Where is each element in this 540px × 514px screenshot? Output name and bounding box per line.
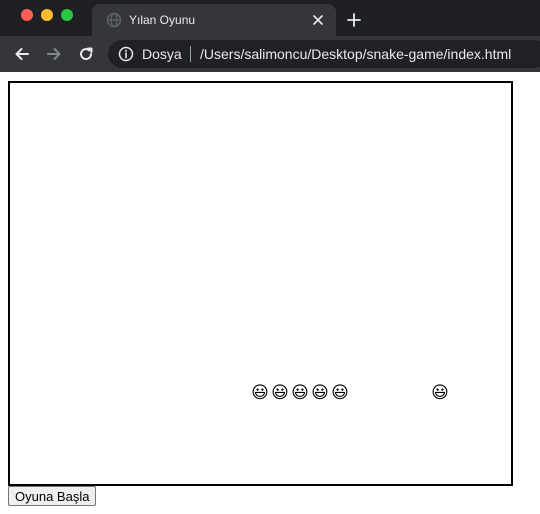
reload-icon[interactable] <box>76 44 96 64</box>
food-item: 😃 <box>431 383 449 402</box>
info-icon[interactable] <box>118 46 134 62</box>
back-arrow-icon[interactable] <box>12 44 32 64</box>
game-board[interactable]: 😃 😃 😃 😃 😃 😃 <box>8 81 513 486</box>
globe-icon <box>106 12 122 28</box>
tab-active[interactable]: Yılan Oyunu <box>92 4 336 36</box>
snake-segment: 😃 <box>331 383 349 402</box>
forward-arrow-icon[interactable] <box>44 44 64 64</box>
tab-title: Yılan Oyunu <box>129 13 196 27</box>
snake-segment: 😃 <box>251 383 269 402</box>
snake-segment: 😃 <box>271 383 289 402</box>
address-bar[interactable]: Dosya /Users/salimoncu/Desktop/snake-gam… <box>108 40 540 68</box>
snake-segment: 😃 <box>291 383 309 402</box>
address-separator <box>190 46 191 62</box>
browser-toolbar: Dosya /Users/salimoncu/Desktop/snake-gam… <box>0 36 540 72</box>
close-window-button[interactable] <box>21 9 33 21</box>
url-text[interactable]: /Users/salimoncu/Desktop/snake-game/inde… <box>200 46 511 62</box>
minimize-window-button[interactable] <box>41 9 53 21</box>
close-icon[interactable] <box>310 12 326 28</box>
window-titlebar: Yılan Oyunu <box>0 0 540 36</box>
start-game-button[interactable]: Oyuna Başla <box>8 486 97 506</box>
zoom-window-button[interactable] <box>61 9 73 21</box>
snake-segment: 😃 <box>311 383 329 402</box>
site-info-label[interactable]: Dosya <box>142 46 182 62</box>
plus-icon[interactable] <box>344 10 364 30</box>
